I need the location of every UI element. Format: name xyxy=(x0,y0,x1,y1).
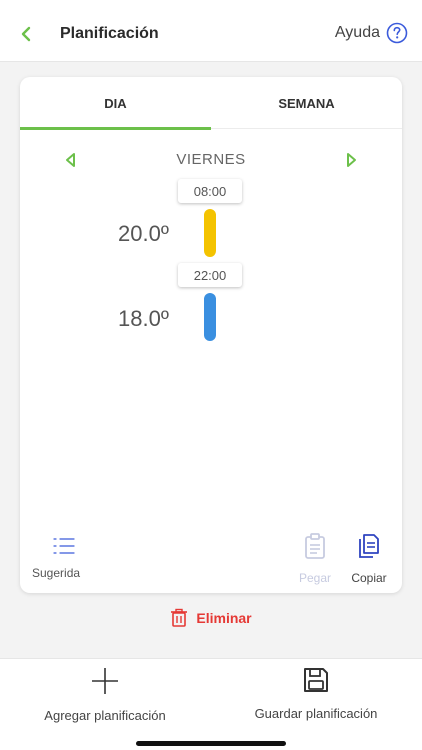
tab-semana[interactable]: SEMANA xyxy=(211,77,402,129)
day-navigator: VIERNES xyxy=(20,149,402,171)
plus-icon xyxy=(92,668,118,694)
temperature-bar-1[interactable] xyxy=(204,209,216,257)
suggested-button[interactable]: Sugerida xyxy=(32,535,102,580)
save-schedule-button[interactable]: Guardar planificación xyxy=(216,665,416,721)
temperature-label-1: 20.0º xyxy=(118,221,169,246)
triangle-right-icon xyxy=(347,153,356,167)
page-title: Planificación xyxy=(60,25,159,42)
back-button[interactable] xyxy=(14,22,38,46)
help-button[interactable]: Ayuda xyxy=(335,22,408,44)
temperature-label-2: 18.0º xyxy=(118,306,169,331)
content-area: DIA SEMANA VIERNES 08:00 20.0º 22:00 18.… xyxy=(0,62,422,658)
temperature-bar-2[interactable] xyxy=(204,293,216,341)
bottom-action-bar: Agregar planificación Guardar planificac… xyxy=(0,658,422,750)
paste-label: Pegar xyxy=(298,571,332,585)
list-icon xyxy=(53,538,75,554)
help-label: Ayuda xyxy=(334,24,380,41)
schedule-card: DIA SEMANA VIERNES 08:00 20.0º 22:00 18.… xyxy=(20,77,402,593)
floppy-disk-icon xyxy=(304,668,328,692)
save-schedule-label: Guardar planificación xyxy=(254,706,378,721)
next-day-button[interactable] xyxy=(342,151,360,169)
tab-bar: DIA SEMANA xyxy=(20,77,402,130)
tab-dia[interactable]: DIA xyxy=(20,77,211,129)
question-circle-icon xyxy=(386,22,408,44)
time-slot-start-2[interactable]: 22:00 xyxy=(178,263,242,287)
time-slot-start-1[interactable]: 08:00 xyxy=(178,179,242,203)
delete-label: Eliminar xyxy=(196,610,252,626)
home-indicator xyxy=(136,741,286,746)
add-schedule-button[interactable]: Agregar planificación xyxy=(5,665,205,723)
copy-button[interactable]: Copiar xyxy=(342,532,396,585)
copy-label: Copiar xyxy=(351,571,387,585)
header: Planificación Ayuda xyxy=(0,0,422,62)
trash-icon xyxy=(171,608,188,627)
paste-button[interactable]: Pegar xyxy=(290,532,340,585)
active-tab-indicator xyxy=(20,127,211,130)
suggested-label: Sugerida xyxy=(32,566,81,580)
add-schedule-label: Agregar planificación xyxy=(44,708,166,723)
clipboard-icon xyxy=(305,533,325,559)
copy-icon xyxy=(359,534,379,558)
chevron-left-icon xyxy=(21,26,31,42)
delete-button[interactable]: Eliminar xyxy=(0,608,422,628)
